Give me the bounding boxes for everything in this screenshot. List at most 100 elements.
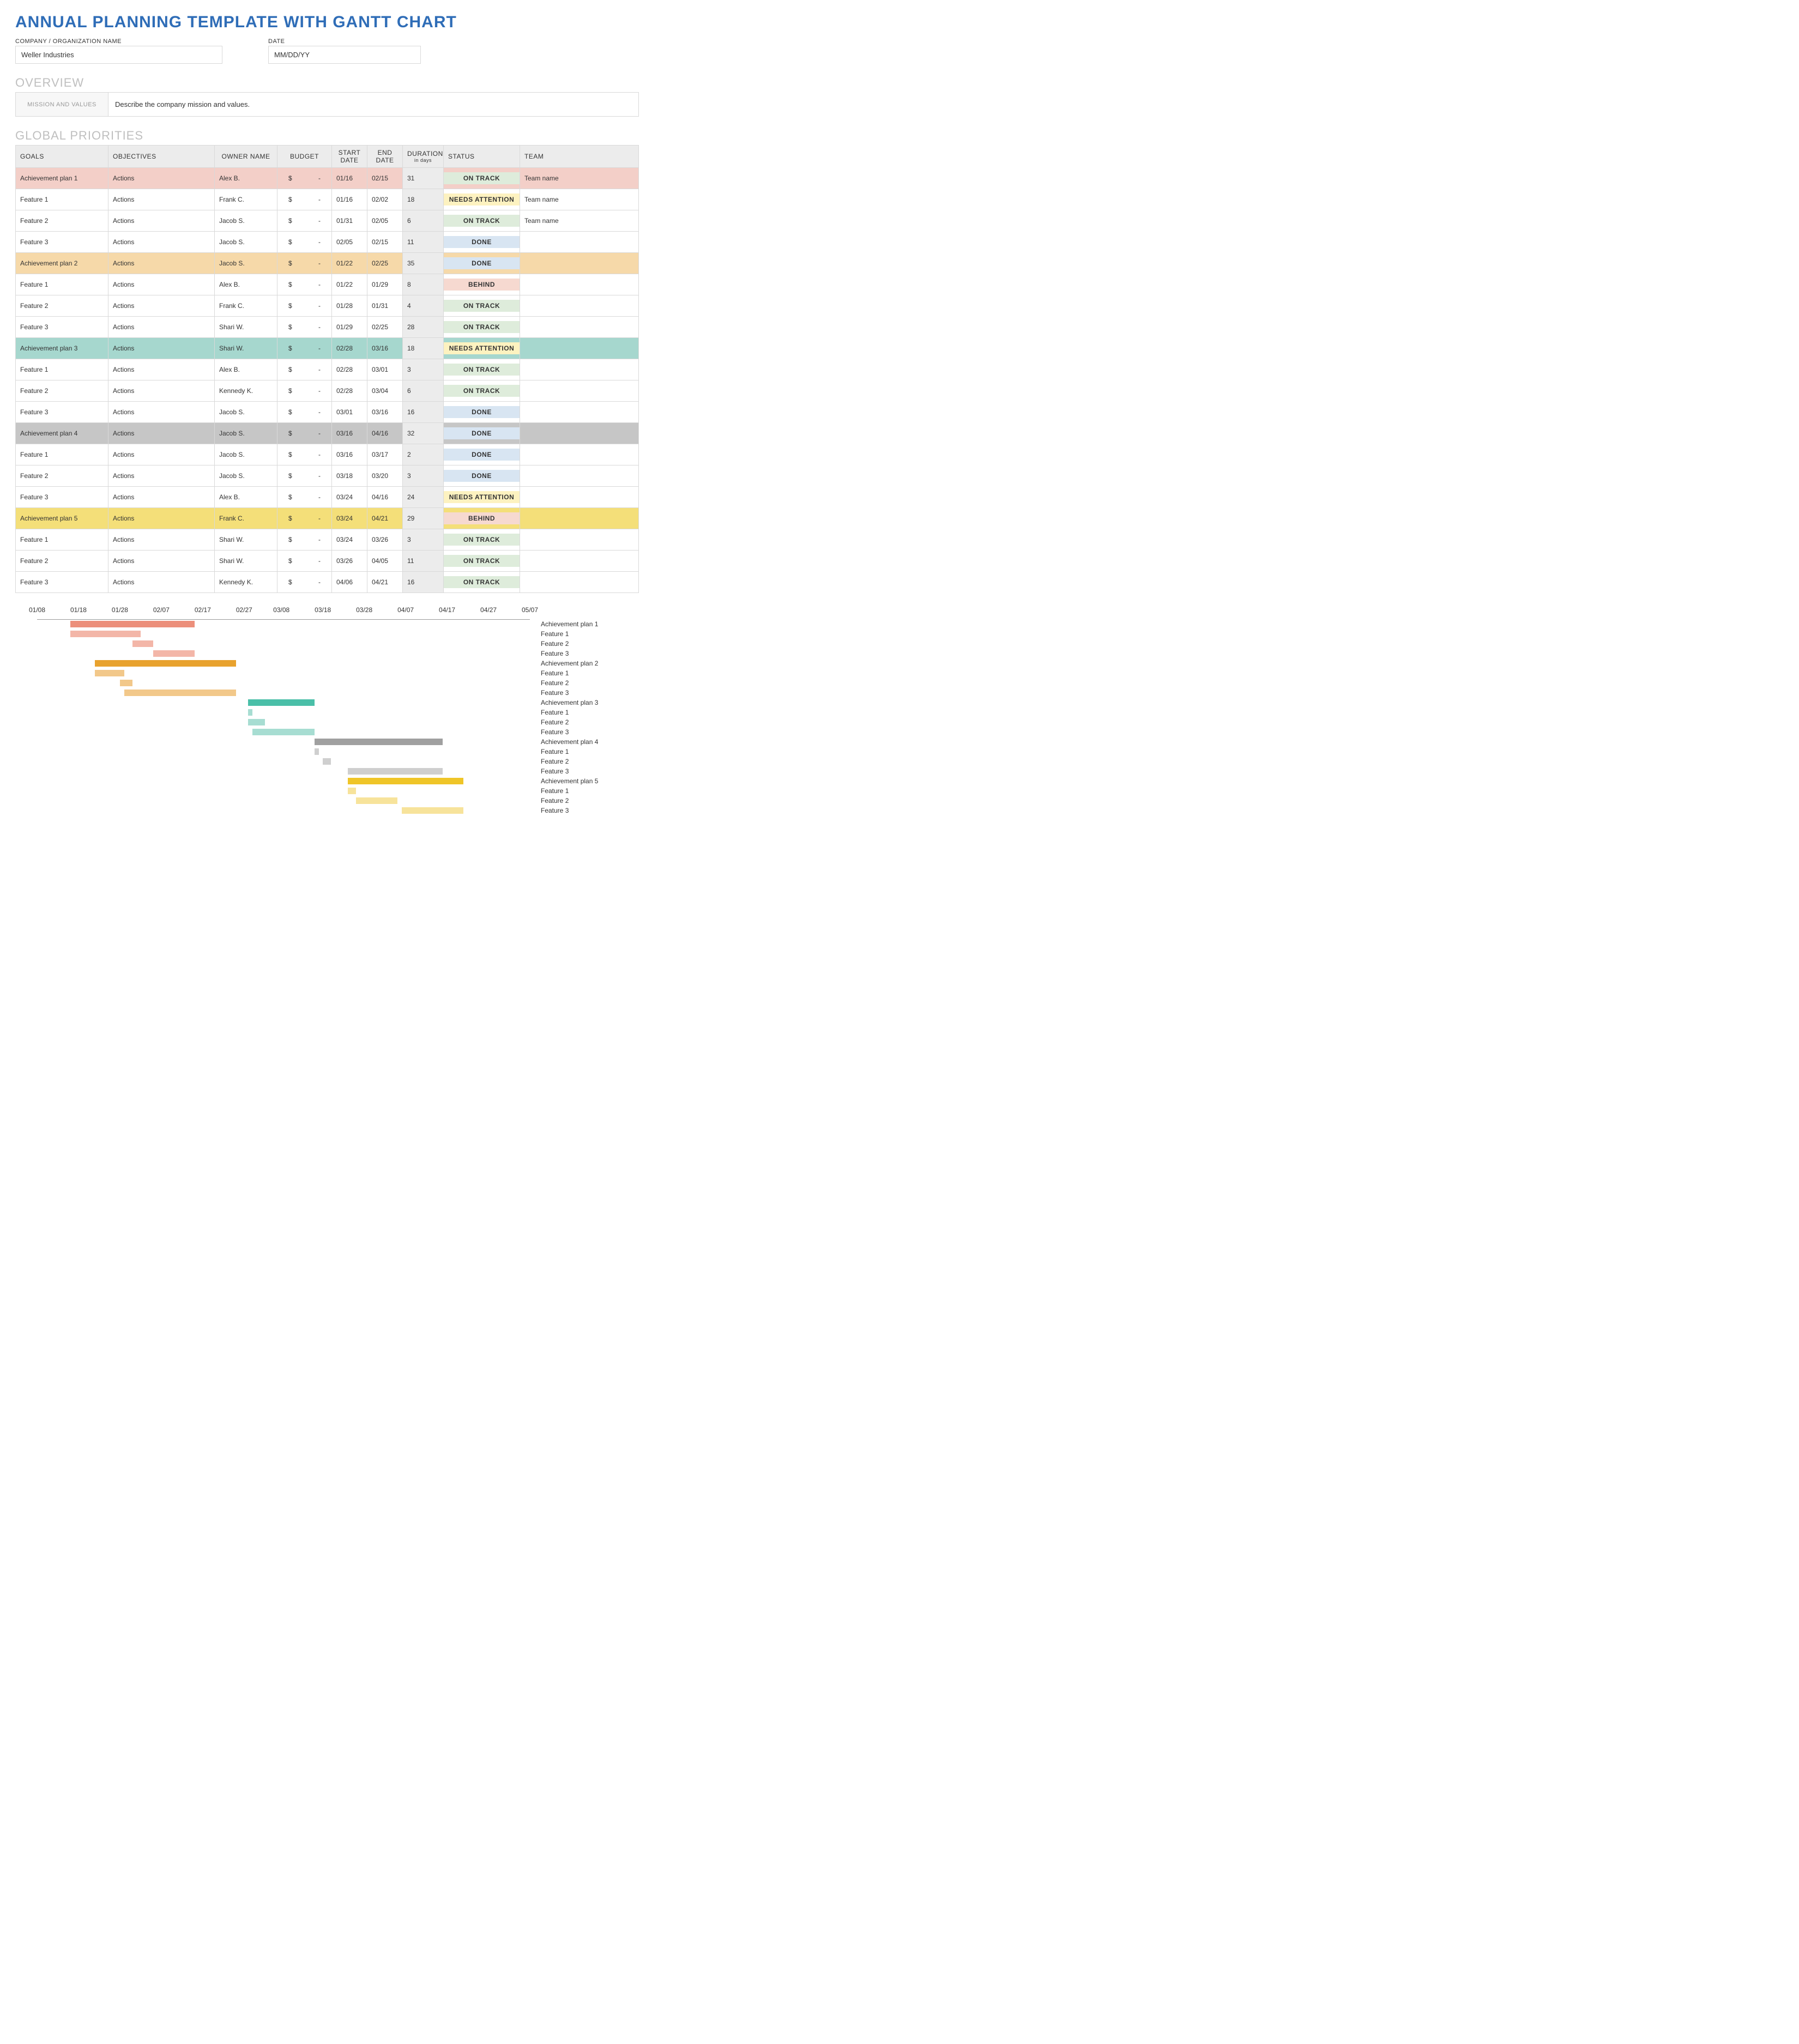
cell-goal[interactable]: Feature 3 xyxy=(16,317,108,338)
gantt-bar[interactable] xyxy=(248,719,264,725)
cell-end[interactable]: 03/16 xyxy=(367,338,403,359)
cell-team[interactable] xyxy=(520,380,639,402)
cell-goal[interactable]: Feature 2 xyxy=(16,295,108,317)
cell-objective[interactable]: Actions xyxy=(108,232,215,253)
cell-owner[interactable]: Jacob S. xyxy=(215,232,277,253)
cell-end[interactable]: 01/29 xyxy=(367,274,403,295)
gantt-bar[interactable] xyxy=(315,739,443,745)
cell-status[interactable]: NEEDS ATTENTION xyxy=(444,338,520,359)
cell-start[interactable]: 03/24 xyxy=(332,487,367,508)
cell-goal[interactable]: Feature 1 xyxy=(16,274,108,295)
cell-owner[interactable]: Alex B. xyxy=(215,359,277,380)
cell-goal[interactable]: Feature 1 xyxy=(16,444,108,465)
cell-team[interactable]: Team name xyxy=(520,189,639,210)
cell-start[interactable]: 01/28 xyxy=(332,295,367,317)
cell-status[interactable]: NEEDS ATTENTION xyxy=(444,189,520,210)
cell-goal[interactable]: Feature 3 xyxy=(16,402,108,423)
table-row[interactable]: Feature 1ActionsAlex B.$-01/2201/298BEHI… xyxy=(16,274,639,295)
cell-team[interactable] xyxy=(520,465,639,487)
cell-status[interactable]: ON TRACK xyxy=(444,551,520,572)
cell-end[interactable]: 03/26 xyxy=(367,529,403,551)
cell-budget[interactable]: $- xyxy=(277,189,332,210)
cell-start[interactable]: 01/16 xyxy=(332,168,367,189)
cell-objective[interactable]: Actions xyxy=(108,402,215,423)
cell-end[interactable]: 04/21 xyxy=(367,508,403,529)
cell-status[interactable]: DONE xyxy=(444,444,520,465)
cell-budget[interactable]: $- xyxy=(277,338,332,359)
cell-status[interactable]: ON TRACK xyxy=(444,168,520,189)
cell-objective[interactable]: Actions xyxy=(108,487,215,508)
gantt-bar[interactable] xyxy=(315,748,319,755)
cell-end[interactable]: 02/25 xyxy=(367,253,403,274)
cell-budget[interactable]: $- xyxy=(277,508,332,529)
cell-objective[interactable]: Actions xyxy=(108,572,215,593)
cell-team[interactable] xyxy=(520,338,639,359)
cell-start[interactable]: 03/24 xyxy=(332,529,367,551)
cell-start[interactable]: 02/05 xyxy=(332,232,367,253)
cell-team[interactable] xyxy=(520,295,639,317)
table-row[interactable]: Feature 3ActionsKennedy K.$-04/0604/2116… xyxy=(16,572,639,593)
cell-owner[interactable]: Jacob S. xyxy=(215,210,277,232)
table-row[interactable]: Feature 1ActionsAlex B.$-02/2803/013ON T… xyxy=(16,359,639,380)
cell-team[interactable] xyxy=(520,232,639,253)
table-row[interactable]: Feature 2ActionsJacob S.$-01/3102/056ON … xyxy=(16,210,639,232)
cell-start[interactable]: 03/18 xyxy=(332,465,367,487)
cell-budget[interactable]: $- xyxy=(277,359,332,380)
cell-status[interactable]: ON TRACK xyxy=(444,380,520,402)
cell-budget[interactable]: $- xyxy=(277,465,332,487)
cell-owner[interactable]: Jacob S. xyxy=(215,444,277,465)
cell-budget[interactable]: $- xyxy=(277,444,332,465)
cell-status[interactable]: ON TRACK xyxy=(444,210,520,232)
cell-team[interactable] xyxy=(520,402,639,423)
cell-goal[interactable]: Feature 2 xyxy=(16,380,108,402)
cell-status[interactable]: BEHIND xyxy=(444,274,520,295)
cell-end[interactable]: 02/25 xyxy=(367,317,403,338)
cell-team[interactable] xyxy=(520,508,639,529)
cell-budget[interactable]: $- xyxy=(277,529,332,551)
cell-owner[interactable]: Shari W. xyxy=(215,529,277,551)
cell-budget[interactable]: $- xyxy=(277,253,332,274)
company-input[interactable]: Weller Industries xyxy=(15,46,222,64)
cell-team[interactable] xyxy=(520,274,639,295)
cell-budget[interactable]: $- xyxy=(277,317,332,338)
cell-goal[interactable]: Achievement plan 1 xyxy=(16,168,108,189)
gantt-bar[interactable] xyxy=(120,680,132,686)
gantt-bar[interactable] xyxy=(323,758,331,765)
cell-budget[interactable]: $- xyxy=(277,168,332,189)
cell-budget[interactable]: $- xyxy=(277,551,332,572)
cell-team[interactable] xyxy=(520,444,639,465)
gantt-bar[interactable] xyxy=(402,807,464,814)
table-row[interactable]: Achievement plan 1ActionsAlex B.$-01/160… xyxy=(16,168,639,189)
cell-objective[interactable]: Actions xyxy=(108,295,215,317)
cell-owner[interactable]: Alex B. xyxy=(215,487,277,508)
cell-team[interactable] xyxy=(520,551,639,572)
cell-goal[interactable]: Achievement plan 2 xyxy=(16,253,108,274)
cell-end[interactable]: 03/01 xyxy=(367,359,403,380)
table-row[interactable]: Feature 2ActionsShari W.$-03/2604/0511ON… xyxy=(16,551,639,572)
cell-start[interactable]: 01/16 xyxy=(332,189,367,210)
cell-objective[interactable]: Actions xyxy=(108,508,215,529)
cell-team[interactable] xyxy=(520,317,639,338)
gantt-bar[interactable] xyxy=(70,631,141,637)
cell-goal[interactable]: Feature 3 xyxy=(16,487,108,508)
cell-objective[interactable]: Actions xyxy=(108,189,215,210)
cell-goal[interactable]: Feature 1 xyxy=(16,189,108,210)
cell-status[interactable]: ON TRACK xyxy=(444,295,520,317)
cell-objective[interactable]: Actions xyxy=(108,338,215,359)
cell-owner[interactable]: Jacob S. xyxy=(215,423,277,444)
cell-end[interactable]: 04/05 xyxy=(367,551,403,572)
cell-budget[interactable]: $- xyxy=(277,295,332,317)
cell-start[interactable]: 01/29 xyxy=(332,317,367,338)
cell-start[interactable]: 04/06 xyxy=(332,572,367,593)
cell-start[interactable]: 03/26 xyxy=(332,551,367,572)
date-input[interactable]: MM/DD/YY xyxy=(268,46,421,64)
table-row[interactable]: Feature 2ActionsFrank C.$-01/2801/314ON … xyxy=(16,295,639,317)
cell-goal[interactable]: Feature 3 xyxy=(16,572,108,593)
cell-team[interactable] xyxy=(520,572,639,593)
overview-text[interactable]: Describe the company mission and values. xyxy=(108,93,638,116)
cell-status[interactable]: DONE xyxy=(444,253,520,274)
cell-objective[interactable]: Actions xyxy=(108,465,215,487)
table-row[interactable]: Feature 3ActionsShari W.$-01/2902/2528ON… xyxy=(16,317,639,338)
cell-goal[interactable]: Feature 1 xyxy=(16,359,108,380)
cell-objective[interactable]: Actions xyxy=(108,253,215,274)
